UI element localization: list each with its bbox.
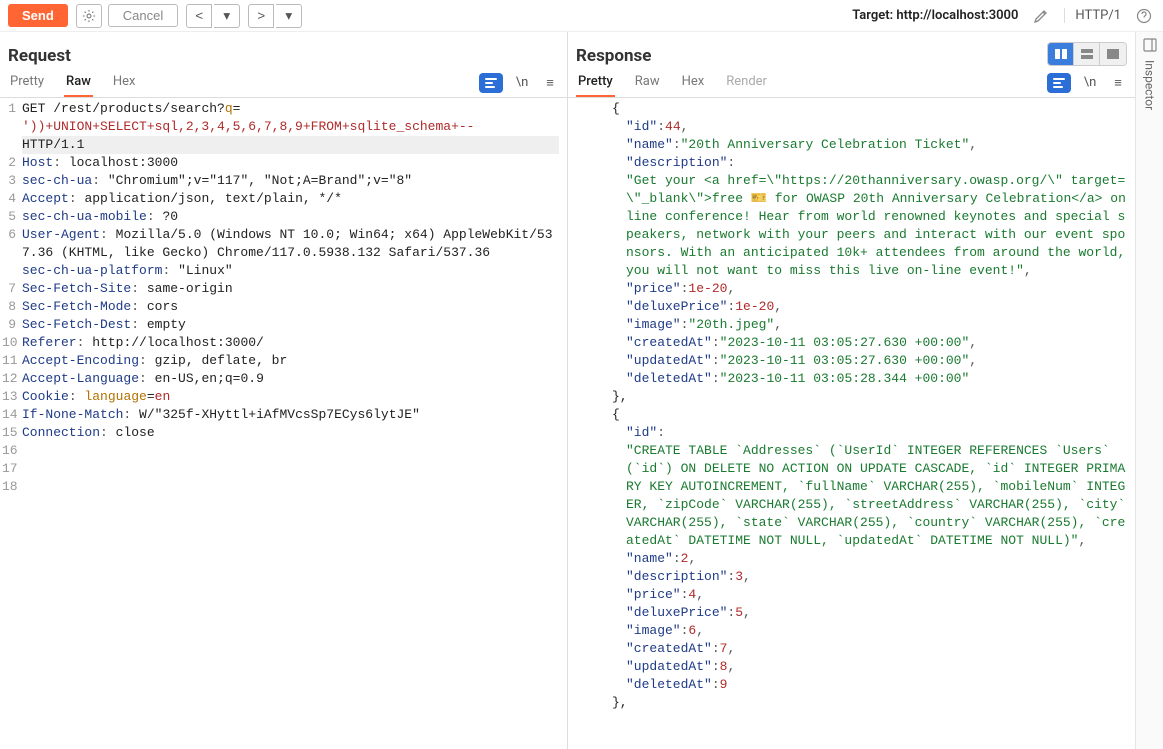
panel-icon (1143, 38, 1157, 52)
tab-hex[interactable]: Hex (111, 68, 138, 97)
history-back-group: < ▾ (184, 4, 240, 28)
cancel-button[interactable]: Cancel (108, 4, 178, 27)
settings-dropdown-button[interactable] (76, 4, 102, 28)
response-title: Response (576, 40, 651, 68)
main-area: Request Pretty Raw Hex \n ≡ 123456789101… (0, 32, 1163, 749)
hamburger-button[interactable]: ≡ (541, 75, 559, 91)
layout-combined-button[interactable] (1100, 43, 1126, 65)
request-pane: Request Pretty Raw Hex \n ≡ 123456789101… (0, 32, 568, 749)
history-forward-button[interactable]: > (248, 4, 274, 28)
request-tab-row: Pretty Raw Hex \n ≡ (0, 68, 567, 98)
help-icon (1136, 8, 1152, 24)
send-button[interactable]: Send (8, 4, 68, 27)
edit-target-button[interactable] (1030, 5, 1052, 27)
combined-icon (1106, 48, 1120, 60)
tab-resp-render: Render (724, 68, 769, 97)
layout-rows-button[interactable] (1074, 43, 1100, 65)
response-pane: Response Pretty Raw Hex Render (568, 32, 1135, 749)
history-back-button[interactable]: < (186, 4, 212, 28)
history-back-dropdown[interactable]: ▾ (214, 4, 240, 28)
tab-resp-hex[interactable]: Hex (680, 68, 707, 97)
resp-actions-button[interactable] (1047, 73, 1071, 93)
columns-icon (1054, 48, 1068, 60)
top-toolbar: Send Cancel < ▾ > ▾ Target: http://local… (0, 0, 1163, 32)
target-value: http://localhost:3000 (896, 8, 1018, 23)
actions-button[interactable] (479, 73, 503, 93)
history-forward-dropdown[interactable]: ▾ (276, 4, 302, 28)
rows-icon (1080, 48, 1094, 60)
show-newlines-button[interactable]: \n (513, 75, 531, 90)
http-version-label[interactable]: HTTP/1 (1064, 8, 1121, 23)
gear-icon (82, 9, 96, 23)
resp-hamburger-button[interactable]: ≡ (1109, 75, 1127, 91)
request-title: Request (8, 40, 71, 68)
layout-toggle (1047, 42, 1127, 66)
tab-pretty[interactable]: Pretty (8, 68, 46, 97)
inspector-collapse-button[interactable] (1143, 38, 1157, 52)
tab-raw[interactable]: Raw (64, 68, 93, 97)
inspector-label[interactable]: Inspector (1143, 60, 1157, 110)
response-tab-row: Pretty Raw Hex Render \n ≡ (568, 68, 1135, 98)
resp-show-newlines-button[interactable]: \n (1081, 75, 1099, 90)
tab-resp-raw[interactable]: Raw (633, 68, 662, 97)
right-rail: Inspector (1135, 32, 1163, 749)
tab-resp-pretty[interactable]: Pretty (576, 68, 615, 97)
request-editor[interactable]: 123456789101112131415161718 GET /rest/pr… (0, 98, 567, 749)
actions-icon (1052, 77, 1066, 89)
response-editor[interactable]: {"id":44,"name":"20th Anniversary Celebr… (568, 98, 1135, 749)
layout-columns-button[interactable] (1048, 43, 1074, 65)
target-label: Target: http://localhost:3000 (852, 8, 1018, 23)
actions-icon (484, 77, 498, 89)
help-button[interactable] (1133, 5, 1155, 27)
history-forward-group: > ▾ (246, 4, 302, 28)
pencil-icon (1033, 8, 1049, 24)
